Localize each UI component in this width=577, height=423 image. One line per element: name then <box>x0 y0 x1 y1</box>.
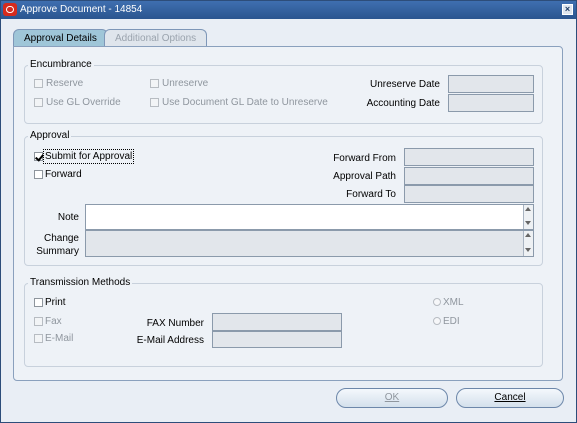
unreserve-checkbox[interactable] <box>150 79 159 88</box>
note-field[interactable] <box>85 204 534 230</box>
accounting-date-label: Accounting Date <box>366 98 440 109</box>
window-title: Approve Document - 14854 <box>20 4 143 15</box>
email-address-field[interactable] <box>212 331 342 348</box>
xml-radio[interactable] <box>433 298 441 306</box>
note-scrollbar[interactable] <box>523 205 533 229</box>
use-doc-gl-date-checkbox[interactable] <box>150 98 159 107</box>
fax-number-label: FAX Number <box>146 318 204 329</box>
approval-path-field[interactable] <box>404 167 534 185</box>
print-label: Print <box>45 297 66 308</box>
change-summary-field[interactable] <box>85 230 534 257</box>
use-gl-override-checkbox[interactable] <box>34 98 43 107</box>
approval-path-label: Approval Path <box>333 171 396 182</box>
ok-button-label: OK <box>384 392 400 403</box>
edi-radio[interactable] <box>433 317 441 325</box>
oracle-logo-icon <box>3 3 17 16</box>
forward-checkbox[interactable] <box>34 170 43 179</box>
use-doc-gl-date-label: Use Document GL Date to Unreserve <box>162 97 328 108</box>
unreserve-date-field[interactable] <box>448 75 534 93</box>
submit-for-approval-label: Submit for Approval <box>42 149 135 164</box>
edi-label: EDI <box>443 316 460 327</box>
email-address-label: E-Mail Address <box>136 335 204 346</box>
tab-approval-details[interactable]: Approval Details <box>13 29 108 47</box>
scroll-down-icon[interactable] <box>525 221 531 225</box>
fax-number-field[interactable] <box>212 313 342 331</box>
scroll-down-icon[interactable] <box>525 248 531 252</box>
unreserve-label: Unreserve <box>162 78 209 89</box>
reserve-label: Reserve <box>46 78 84 89</box>
email-label: E-Mail <box>45 333 74 344</box>
scroll-up-icon[interactable] <box>525 207 531 211</box>
cancel-button-label: Cancel <box>494 392 526 403</box>
accounting-date-field[interactable] <box>448 94 534 112</box>
fax-checkbox[interactable] <box>34 317 43 326</box>
title-bar: Approve Document - 14854 × <box>1 1 576 19</box>
fax-label: Fax <box>45 316 62 327</box>
forward-to-label: Forward To <box>346 189 396 200</box>
forward-to-field[interactable] <box>404 185 534 203</box>
forward-from-field[interactable] <box>404 148 534 166</box>
tab-panel: Encumbrance Reserve Unreserve Use GL Ove… <box>13 46 563 381</box>
use-gl-override-label: Use GL Override <box>46 97 121 108</box>
print-checkbox[interactable] <box>34 298 43 307</box>
xml-label: XML <box>443 297 464 308</box>
forward-label: Forward <box>45 169 82 180</box>
note-label: Note <box>57 212 79 223</box>
approval-title: Approval <box>28 130 72 141</box>
change-summary-label-2: Summary <box>36 246 79 257</box>
transmission-methods-title: Transmission Methods <box>28 277 133 288</box>
tab-additional-options[interactable]: Additional Options <box>104 29 208 47</box>
cancel-button[interactable]: Cancel <box>456 388 564 408</box>
approve-document-window: Approve Document - 14854 × Approval Deta… <box>0 0 577 423</box>
close-icon[interactable]: × <box>562 4 573 15</box>
email-checkbox[interactable] <box>34 334 43 343</box>
forward-from-label: Forward From <box>333 153 396 164</box>
change-summary-label-1: Change <box>43 233 79 244</box>
encumbrance-title: Encumbrance <box>28 59 94 70</box>
ok-button[interactable]: OK <box>336 388 448 408</box>
reserve-checkbox[interactable] <box>34 79 43 88</box>
change-summary-scrollbar[interactable] <box>523 231 533 256</box>
submit-for-approval-checkbox[interactable] <box>34 152 43 161</box>
scroll-up-icon[interactable] <box>525 233 531 237</box>
unreserve-date-label: Unreserve Date <box>369 79 440 90</box>
